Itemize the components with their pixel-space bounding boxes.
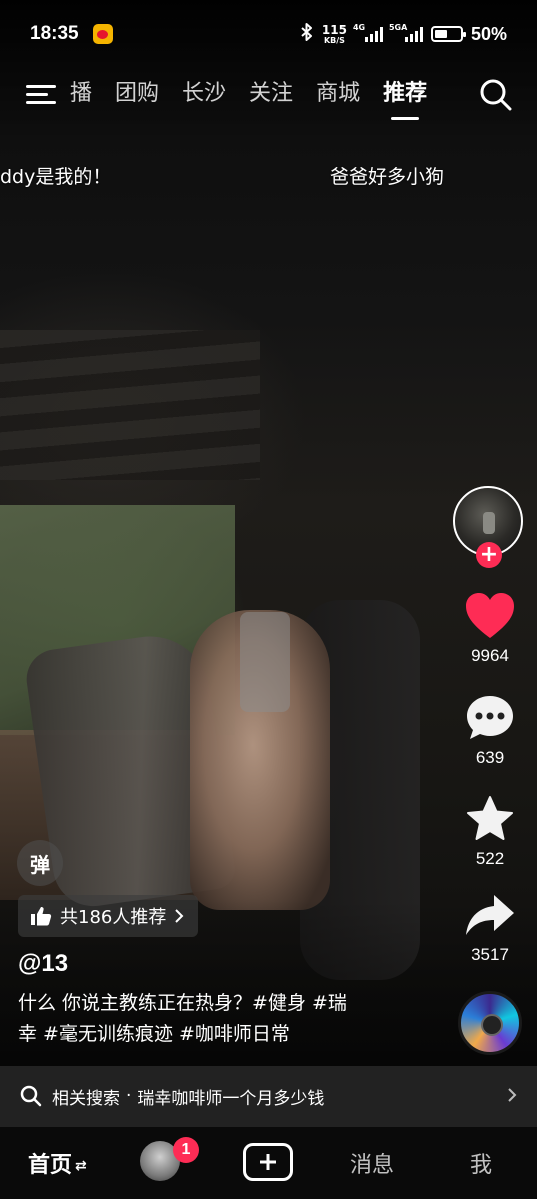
caption-line: 幸 #毫无训练痕迹 #咖啡师日常 (18, 1023, 290, 1045)
tab-live[interactable]: 播 (70, 76, 92, 112)
plus-icon (260, 1154, 276, 1170)
signal-5ga-icon: 5GA (388, 23, 423, 42)
signal-5ga-label: 5GA (388, 23, 408, 32)
signal-4g-icon: 4G (352, 23, 383, 42)
danmu-toggle-button[interactable]: 弹 (17, 840, 63, 886)
share-button[interactable]: 3517 (452, 893, 528, 965)
bluetooth-icon (300, 22, 314, 46)
status-time: 18:35 (30, 23, 79, 44)
recommend-pill[interactable]: 共186人推荐 (18, 895, 199, 937)
switch-icon: ⇄ (75, 1158, 87, 1174)
related-search-bar[interactable]: 相关搜索 · 瑞幸咖啡师一个月多少钱 (0, 1066, 537, 1126)
share-icon (466, 895, 514, 935)
danmaku-comment: ddy是我的！ (0, 166, 112, 188)
chevron-right-icon (507, 1084, 517, 1108)
caption-line: 什么 你说主教练正在热身？#健身 #瑞 (18, 992, 347, 1014)
network-speed-value: 115 (321, 22, 347, 37)
related-search-query: 瑞幸咖啡师一个月多少钱 (137, 1088, 325, 1109)
tab-home[interactable]: 首页 ⇄ (28, 1147, 87, 1179)
recommend-text: 共186人推荐 (60, 907, 167, 928)
danmaku-comment: 爸爸好多小狗 (330, 166, 445, 188)
video-caption[interactable]: 什么 你说主教练正在热身？#健身 #瑞 幸 #毫无训练痕迹 #咖啡师日常 (18, 988, 438, 1050)
tab-group-buy[interactable]: 团购 (115, 76, 159, 112)
chevron-right-icon (175, 909, 184, 923)
thumbs-up-icon (31, 907, 52, 926)
like-button[interactable]: 9964 (452, 592, 528, 666)
nav-tabs: 播 团购 长沙 关注 商城 推荐 (70, 76, 427, 120)
follow-button[interactable]: + (476, 542, 502, 568)
tab-home-label: 首页 (28, 1153, 73, 1178)
video-scene-ceiling (0, 330, 260, 480)
author-name[interactable]: @13 (18, 950, 68, 978)
tab-recommended[interactable]: 推荐 (383, 76, 427, 120)
heart-icon (466, 593, 514, 638)
comment-count: 639 (475, 748, 505, 767)
menu-icon[interactable] (26, 83, 58, 107)
network-speed: 115 KB/S (322, 24, 347, 45)
share-count: 3517 (471, 945, 509, 964)
create-button[interactable] (243, 1143, 293, 1181)
top-navigation: 播 团购 长沙 关注 商城 推荐 (0, 68, 537, 122)
status-bar: 18:35 115 KB/S 4G 5GA 50% (0, 0, 537, 68)
favorite-count: 522 (475, 849, 505, 868)
status-indicators: 115 KB/S 4G 5GA 50% (300, 22, 507, 46)
battery-icon (430, 26, 466, 42)
star-icon (467, 796, 513, 840)
tab-messages[interactable]: 消息 (350, 1147, 394, 1179)
weibo-notification-icon (92, 24, 113, 44)
video-scene-phone (240, 612, 290, 712)
tab-mall[interactable]: 商城 (316, 76, 360, 112)
related-search-label: 相关搜索 (52, 1088, 120, 1109)
tab-local-city[interactable]: 长沙 (182, 76, 226, 112)
search-icon (20, 1085, 42, 1107)
tab-following[interactable]: 关注 (249, 76, 293, 112)
music-disc[interactable] (458, 991, 522, 1055)
related-search-separator: · (126, 1086, 132, 1106)
signal-4g-label: 4G (352, 23, 366, 32)
creator-avatar-group: + (453, 486, 525, 568)
notification-badge: 1 (173, 1137, 199, 1163)
comment-icon (467, 696, 513, 739)
tab-me[interactable]: 我 (470, 1147, 492, 1179)
battery-percent: 50% (470, 23, 507, 44)
network-speed-unit: KB/S (323, 35, 345, 45)
bottom-tab-bar: 首页 ⇄ 1 消息 我 (0, 1126, 537, 1199)
favorite-button[interactable]: 522 (452, 795, 528, 869)
like-count: 9964 (471, 646, 509, 665)
battery-fill (434, 30, 447, 38)
comment-button[interactable]: 639 (452, 694, 528, 768)
search-icon[interactable] (479, 78, 513, 112)
